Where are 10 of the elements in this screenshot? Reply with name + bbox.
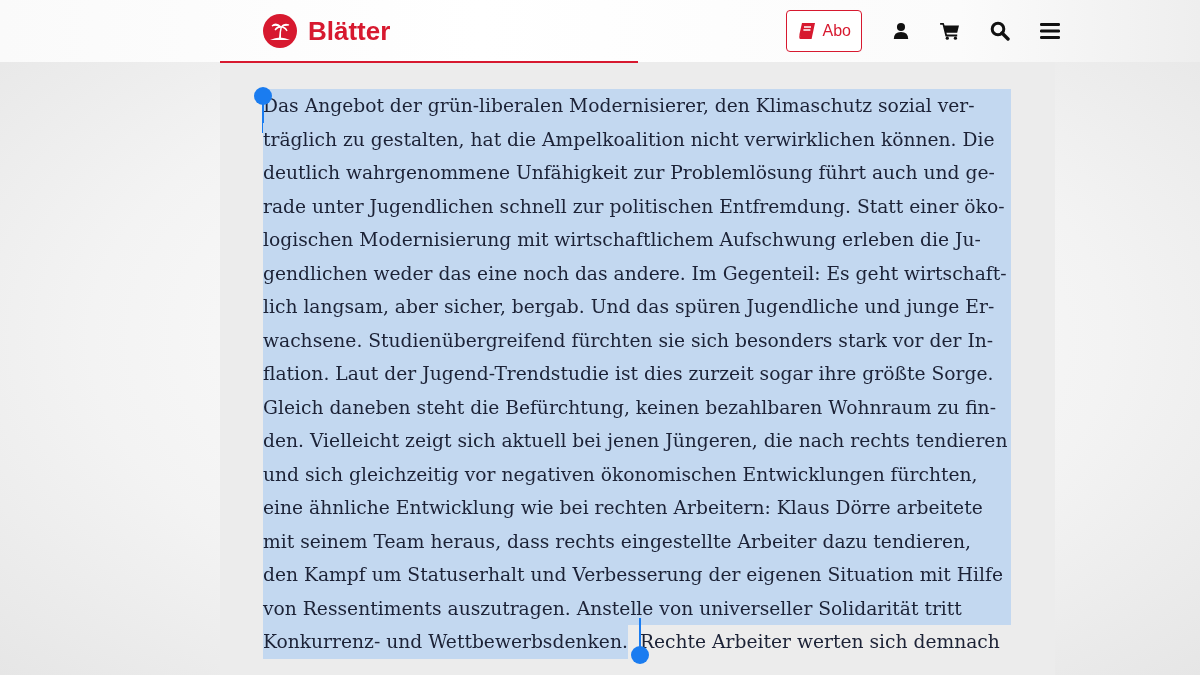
shopping-cart-icon[interactable] bbox=[940, 22, 960, 40]
selected-text: Konkurrenz- und Wettbewerbsdenken. bbox=[263, 625, 628, 659]
search-icon[interactable] bbox=[990, 21, 1010, 41]
text-line: Rechte Arbeiter werten sich demnach bbox=[639, 631, 1000, 652]
palm-island-logo-icon[interactable] bbox=[262, 13, 298, 49]
menu-icon[interactable] bbox=[1040, 22, 1060, 40]
book-icon bbox=[796, 21, 817, 41]
site-name[interactable]: Blätter bbox=[308, 15, 391, 47]
user-icon[interactable] bbox=[892, 22, 910, 40]
subscription-button[interactable]: Abo bbox=[785, 10, 862, 52]
